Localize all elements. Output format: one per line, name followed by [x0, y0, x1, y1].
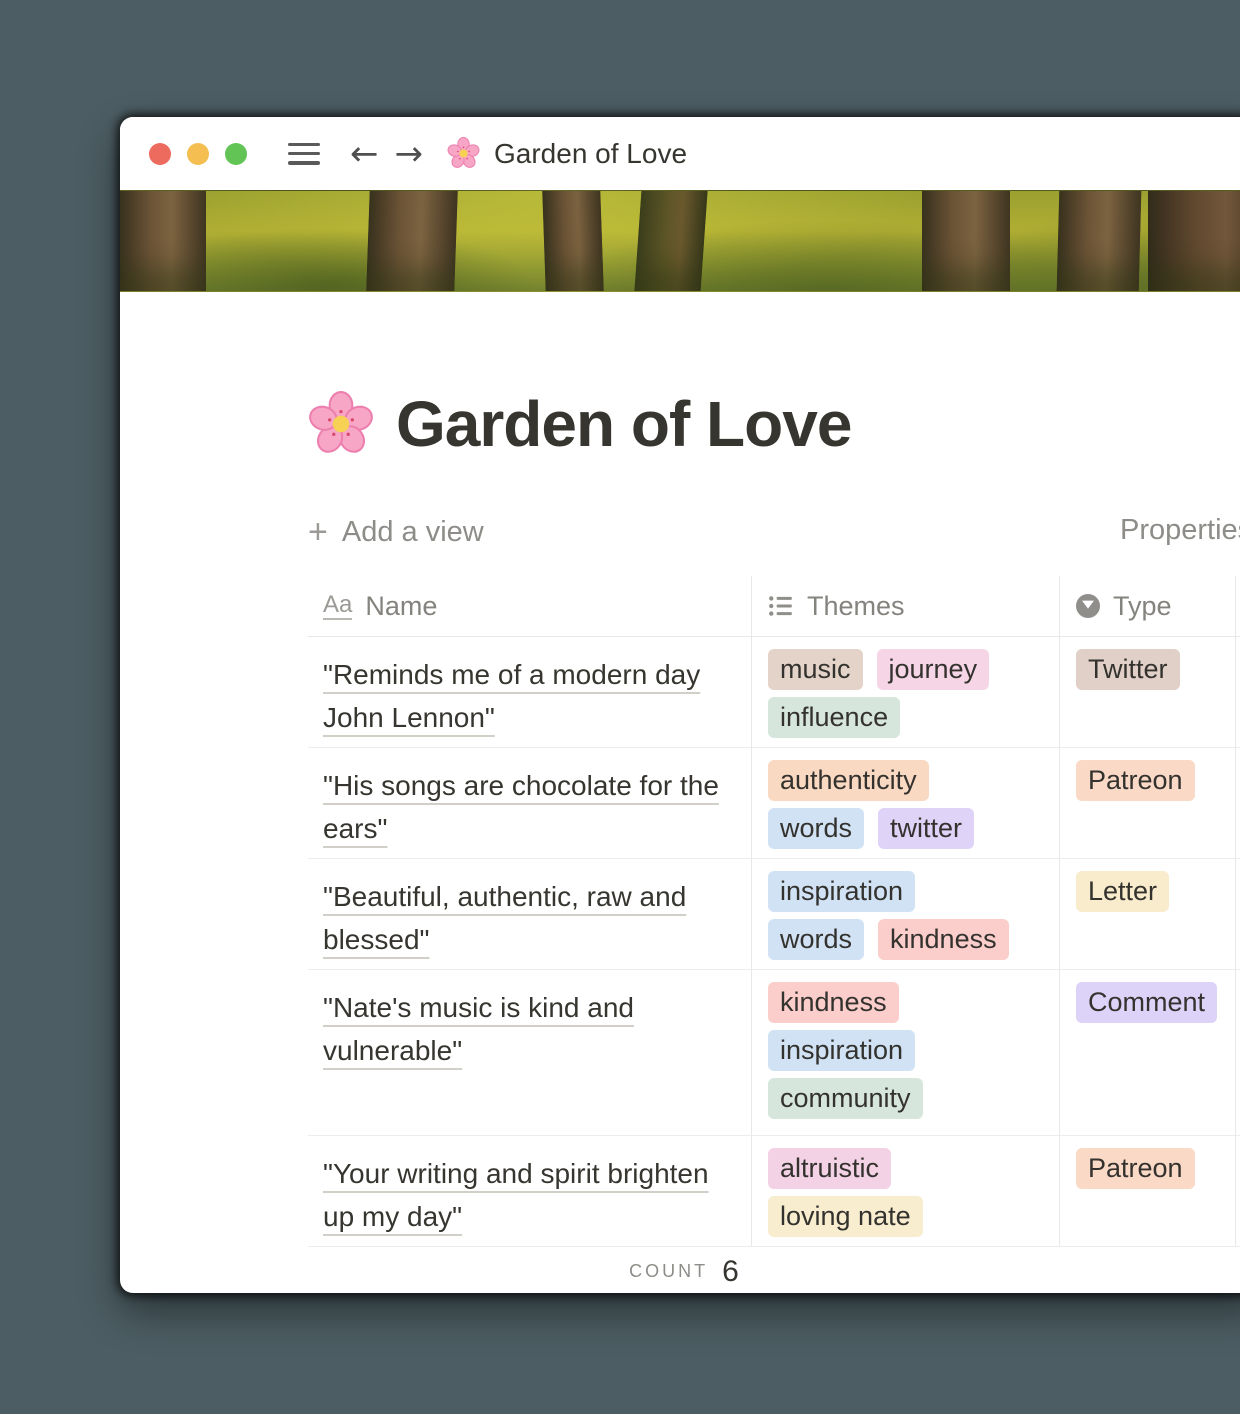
plus-icon: + [308, 513, 328, 552]
view-toolbar: + Add a view Properties [308, 514, 1240, 550]
database-table: Aa Name Themes [308, 576, 1240, 1293]
type-cell[interactable]: Comment [1060, 970, 1236, 1135]
name-cell[interactable]: "Nate's music is kind and vulnerable" [308, 970, 752, 1135]
column-header-themes[interactable]: Themes [752, 576, 1060, 636]
column-header-name[interactable]: Aa Name [308, 576, 752, 636]
tree-trunk [1148, 190, 1240, 292]
select-icon [1076, 594, 1100, 618]
app-window: ← → Garden of Love [120, 117, 1240, 1293]
theme-tag: words [768, 919, 864, 960]
forward-icon[interactable]: → [395, 137, 424, 171]
tree-trunk [366, 190, 458, 292]
tree-trunk [922, 190, 1010, 292]
theme-tag: kindness [878, 919, 1009, 960]
theme-tag: kindness [768, 982, 899, 1023]
properties-button[interactable]: Properties [1120, 514, 1240, 547]
tree-trunk [634, 190, 708, 292]
theme-tag: twitter [878, 808, 974, 849]
tree-trunk [542, 190, 604, 292]
themes-cell[interactable]: kindness inspiration community [752, 970, 1060, 1135]
theme-tag: authenticity [768, 760, 929, 801]
column-header-type[interactable]: Type [1060, 576, 1236, 636]
theme-tag: altruistic [768, 1148, 891, 1189]
type-tag: Comment [1076, 982, 1217, 1023]
count-label: COUNT [629, 1261, 708, 1282]
table-row: "Beautiful, authentic, raw and blessed" … [308, 859, 1240, 970]
theme-tag: community [768, 1078, 923, 1119]
type-tag: Twitter [1076, 649, 1180, 690]
minimize-button[interactable] [187, 143, 209, 165]
tree-trunk [1057, 190, 1142, 292]
page-title-text: Garden of Love [396, 387, 851, 461]
close-button[interactable] [149, 143, 171, 165]
theme-tag: music [768, 649, 863, 690]
name-cell[interactable]: "Reminds me of a modern day John Lennon" [308, 637, 752, 747]
list-icon [768, 593, 794, 619]
text-icon: Aa [323, 592, 352, 619]
cover-image [120, 190, 1240, 292]
type-cell[interactable]: Patreon [1060, 748, 1236, 858]
desktop-background: ← → Garden of Love [0, 0, 1240, 1414]
type-cell[interactable]: Twitter [1060, 637, 1236, 747]
type-cell[interactable]: Patreon [1060, 1136, 1236, 1246]
themes-cell[interactable]: inspiration words kindness [752, 859, 1060, 969]
theme-tag: inspiration [768, 1030, 915, 1071]
page-title: Garden of Love [308, 387, 1240, 461]
window-titlebar: ← → Garden of Love [120, 117, 1240, 190]
theme-tag: influence [768, 697, 900, 738]
themes-cell[interactable]: music journey influence [752, 637, 1060, 747]
theme-tag: words [768, 808, 864, 849]
type-tag: Patreon [1076, 1148, 1195, 1189]
tree-trunk [120, 190, 206, 292]
type-cell[interactable]: Letter [1060, 859, 1236, 969]
theme-tag: inspiration [768, 871, 915, 912]
count-value: 6 [722, 1255, 739, 1289]
name-cell[interactable]: "His songs are chocolate for the ears" [308, 748, 752, 858]
theme-tag: loving nate [768, 1196, 923, 1237]
name-cell[interactable]: "Your writing and spirit brighten up my … [308, 1136, 752, 1246]
themes-cell[interactable]: altruistic loving nate [752, 1136, 1060, 1246]
theme-tag: journey [877, 649, 990, 690]
type-tag: Patreon [1076, 760, 1195, 801]
window-title: Garden of Love [494, 138, 687, 170]
table-footer[interactable]: COUNT 6 [308, 1247, 1060, 1293]
themes-cell[interactable]: authenticity words twitter [752, 748, 1060, 858]
back-icon[interactable]: ← [350, 137, 379, 171]
table-row: "His songs are chocolate for the ears" a… [308, 748, 1240, 859]
menu-icon[interactable] [288, 143, 320, 165]
cherry-blossom-icon [447, 137, 480, 170]
add-view-button[interactable]: + Add a view [308, 513, 484, 552]
zoom-button[interactable] [225, 143, 247, 165]
table-header-row: Aa Name Themes [308, 576, 1240, 637]
table-row: "Nate's music is kind and vulnerable" ki… [308, 970, 1240, 1136]
name-cell[interactable]: "Beautiful, authentic, raw and blessed" [308, 859, 752, 969]
cherry-blossom-icon [308, 391, 374, 457]
type-tag: Letter [1076, 871, 1169, 912]
table-row: "Your writing and spirit brighten up my … [308, 1136, 1240, 1247]
table-row: "Reminds me of a modern day John Lennon"… [308, 637, 1240, 748]
